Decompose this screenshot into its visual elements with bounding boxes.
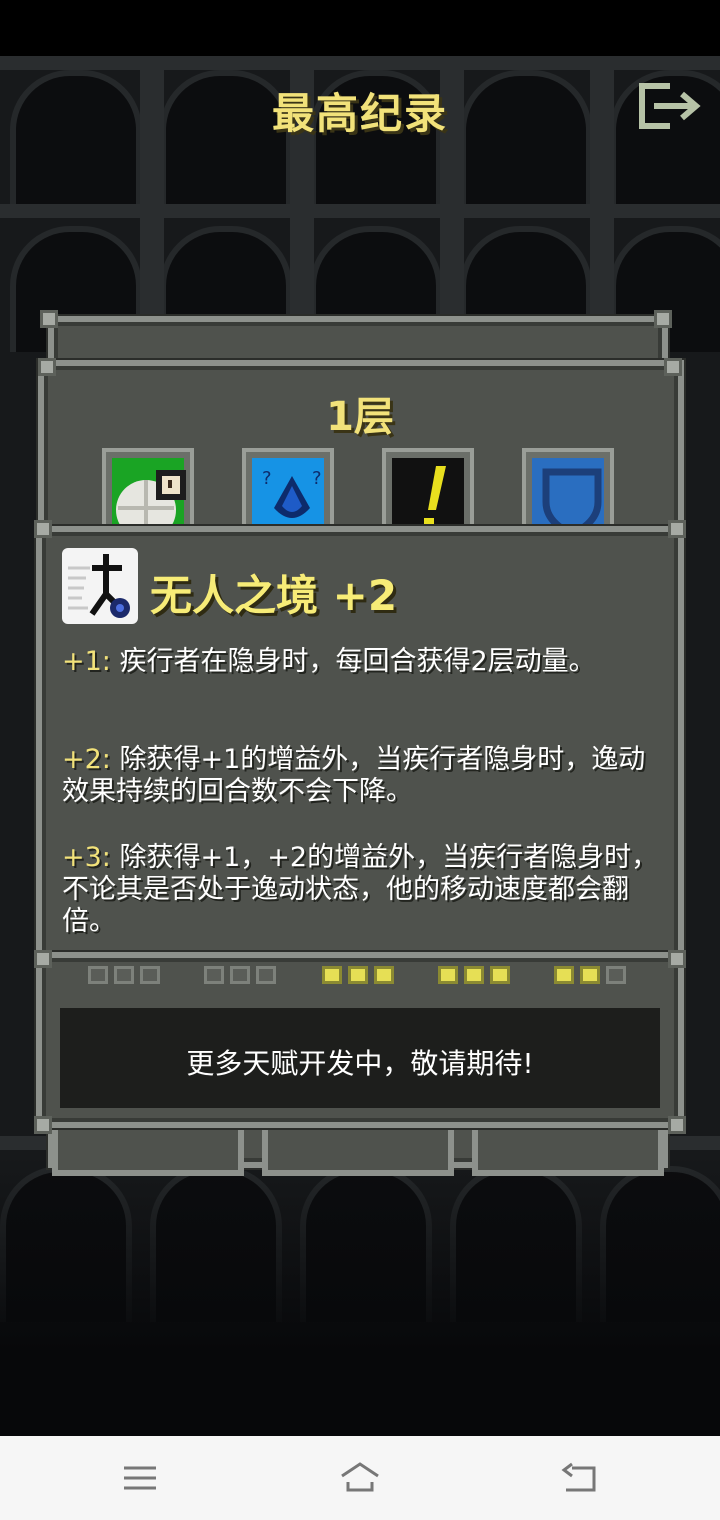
talent-point-filled [374, 966, 394, 984]
talent-point-group [544, 966, 636, 990]
talent-level-description: +3: 除获得+1，+2的增益外，当疾行者隐身时，不论其是否处于逸动状态，他的移… [62, 842, 659, 937]
talent-point-filled [554, 966, 574, 984]
floor-label: 1层 [326, 394, 394, 440]
talent-point-empty [256, 966, 276, 984]
talent-level-description: +1: 疾行者在隐身时，每回合获得2层动量。 [62, 646, 596, 677]
talent-point-group [312, 966, 404, 990]
talent-point-empty [204, 966, 224, 984]
menu-icon[interactable] [118, 1458, 162, 1498]
records-tab[interactable] [262, 1130, 454, 1176]
exit-icon[interactable] [636, 80, 706, 132]
scroll-map-icon [112, 458, 186, 528]
talent-point-filled [580, 966, 600, 984]
talent-slot[interactable] [522, 448, 614, 532]
talent-point-group [194, 966, 286, 990]
talent-point-filled [438, 966, 458, 984]
back-icon[interactable] [558, 1458, 602, 1498]
talent-point-filled [464, 966, 484, 984]
home-icon[interactable] [338, 1458, 382, 1498]
notice-text: 更多天赋开发中，敬请期待! [186, 1047, 534, 1080]
exclamation-icon [392, 458, 464, 528]
svg-text:?: ? [312, 468, 322, 489]
talent-name: 无人之境 +2 [150, 571, 398, 620]
talent-point-filled [348, 966, 368, 984]
dripping-bag-icon: ? ? [252, 458, 324, 528]
talent-slot[interactable]: ? ? [242, 448, 334, 532]
talent-point-empty [114, 966, 134, 984]
talent-point-empty [606, 966, 626, 984]
records-tab[interactable] [52, 1130, 244, 1176]
svg-text:?: ? [262, 468, 272, 489]
talent-point-filled [490, 966, 510, 984]
runner-icon [62, 548, 138, 624]
talent-slot[interactable] [382, 448, 474, 532]
talent-point-empty [230, 966, 250, 984]
status-bar [0, 0, 720, 56]
talent-point-group [428, 966, 520, 990]
talent-point-empty [88, 966, 108, 984]
records-tab[interactable] [472, 1130, 664, 1176]
shield-icon [532, 458, 604, 528]
talent-point-empty [140, 966, 160, 984]
page-title: 最高纪录 [271, 89, 448, 138]
talent-point-group [78, 966, 170, 990]
talent-level-description: +2: 除获得+1的增益外，当疾行者隐身时，逸动效果持续的回合数不会下降。 [62, 744, 646, 807]
talent-point-filled [322, 966, 342, 984]
talent-slot[interactable] [102, 448, 194, 532]
